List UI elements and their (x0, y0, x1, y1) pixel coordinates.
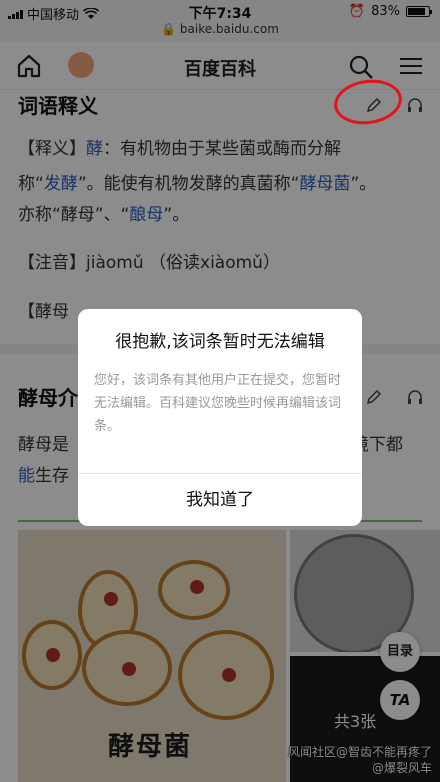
dialog-title: 很抱歉,该词条暂时无法编辑 (115, 332, 325, 352)
alert-dialog: 很抱歉,该词条暂时无法编辑 您好，该词条有其他用户正在提交，您暂时无法编辑。百科… (78, 309, 362, 526)
confirm-button[interactable]: 我知道了 (78, 474, 362, 526)
dialog-message: 您好，该词条有其他用户正在提交，您暂时无法编辑。百科建议您晚些时候再编辑该词条。 (94, 373, 342, 434)
